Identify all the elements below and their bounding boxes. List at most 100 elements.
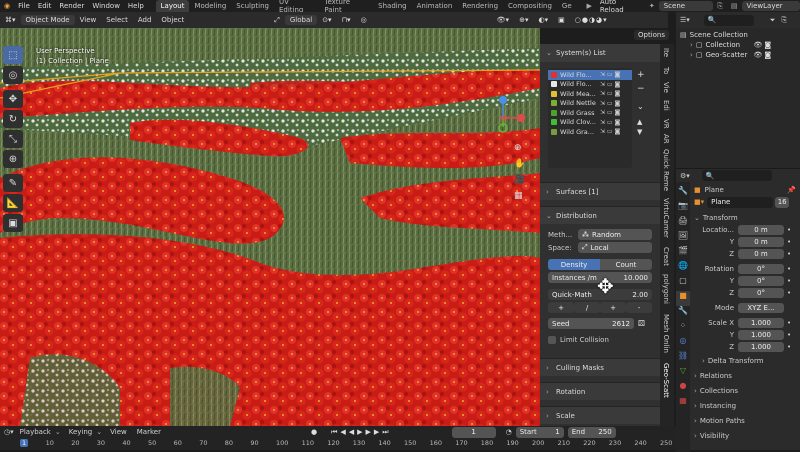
menu-window[interactable]: Window: [88, 2, 124, 10]
outliner-row-collection[interactable]: › ▢ Collection 👁 ◙: [676, 40, 800, 50]
system-visibility-icons[interactable]: ⇲ ▭ ◙: [600, 71, 620, 78]
transform-orientation-icon[interactable]: ⤢: [269, 16, 285, 25]
view-layer-selector[interactable]: ViewLayer: [741, 1, 800, 11]
workspace-tab-animation[interactable]: Animation: [412, 2, 458, 10]
culling-masks-header[interactable]: › Culling Masks: [540, 358, 660, 376]
npanel-tab[interactable]: Edi: [662, 100, 670, 111]
material-tab-icon[interactable]: ●: [676, 381, 690, 396]
add-cube-icon[interactable]: ▣: [3, 214, 23, 232]
transform-orientation[interactable]: Global: [284, 15, 318, 25]
keying-menu[interactable]: Keying: [69, 428, 93, 436]
system-visibility-icons[interactable]: ⇲ ▭ ◙: [600, 109, 620, 116]
ortho-toggle-icon[interactable]: ▦: [514, 191, 523, 201]
scale-z-field[interactable]: 1.000: [738, 342, 784, 352]
system-color-swatch[interactable]: [551, 71, 557, 78]
visibility-eye-icon[interactable]: 👁: [753, 51, 762, 59]
visibility-icon[interactable]: 👁▾: [492, 16, 514, 24]
gizmo-icon[interactable]: ⊕▾: [514, 16, 533, 24]
filter-icon[interactable]: ⏷: [770, 16, 776, 25]
npanel-tab[interactable]: Geo-Scatt: [662, 363, 670, 398]
collection-tab-icon[interactable]: ▢: [676, 276, 690, 291]
list-menu-icon[interactable]: ⌄: [637, 102, 644, 111]
end-frame-field[interactable]: End 250: [567, 426, 616, 438]
seed-field[interactable]: Seed 2612: [548, 318, 634, 329]
npanel-tab[interactable]: AR: [662, 134, 670, 144]
texture-tab-icon[interactable]: ▦: [676, 396, 690, 411]
system-item[interactable]: Wild Flo... ⇲ ▭ ◙: [548, 70, 632, 80]
scene-tab-icon[interactable]: 🎬: [676, 246, 690, 261]
clock-icon[interactable]: ◔: [506, 428, 512, 436]
location-x-field[interactable]: 0 m: [738, 225, 784, 235]
menu-help[interactable]: Help: [124, 2, 148, 10]
timeline-ruler[interactable]: 1 10 20 30 40 50 60 70 80 90 100 110 120 130 140 150 160…: [0, 438, 676, 450]
qm-add-button[interactable]: +: [548, 302, 574, 313]
menu-object[interactable]: Object: [156, 16, 189, 24]
keyframe-dot-icon[interactable]: •: [787, 331, 791, 339]
system-color-swatch[interactable]: [551, 128, 557, 135]
start-frame-field[interactable]: Start 1: [515, 426, 564, 438]
measure-icon[interactable]: 📐: [3, 194, 23, 212]
workspace-tab-rendering[interactable]: Rendering: [457, 2, 503, 10]
record-icon[interactable]: ●: [311, 428, 317, 436]
shading-modes-icon[interactable]: ○●◑◕▾: [570, 16, 613, 24]
transform-header[interactable]: ⌄ Transform: [694, 212, 796, 224]
proportional-edit-icon[interactable]: ◎: [356, 16, 372, 24]
tool-tab-icon[interactable]: 🔧: [676, 186, 690, 201]
system-item[interactable]: Wild Flo... ⇲ ▭ ◙: [548, 80, 632, 90]
pin-icon[interactable]: 📌: [787, 186, 796, 194]
system-visibility-icons[interactable]: ⇲ ▭ ◙: [600, 119, 620, 126]
properties-search[interactable]: 🔍: [701, 170, 772, 181]
qm-divide-button[interactable]: /: [574, 302, 600, 313]
expand-icon[interactable]: ›: [690, 51, 693, 59]
data-tab-icon[interactable]: ▽: [676, 366, 690, 381]
keyframe-dot-icon[interactable]: •: [787, 277, 791, 285]
3d-viewport[interactable]: ⊕ ✋ 🎥 ▦: [0, 28, 540, 426]
count-tab[interactable]: Count: [600, 259, 652, 270]
keyframe-dot-icon[interactable]: •: [787, 343, 791, 351]
system-item[interactable]: Wild Clov... ⇲ ▭ ◙: [548, 118, 632, 128]
physics-tab-icon[interactable]: ◎: [676, 336, 690, 351]
move-icon[interactable]: ✥: [3, 90, 23, 108]
npanel-tab[interactable]: Ite: [662, 48, 670, 57]
object-name-field[interactable]: Plane: [707, 196, 774, 208]
system-visibility-icons[interactable]: ⇲ ▭ ◙: [600, 81, 620, 88]
system-item[interactable]: Wild Grass ⇲ ▭ ◙: [548, 108, 632, 118]
snap-icon[interactable]: ⊓▾: [337, 16, 356, 24]
current-frame-field[interactable]: 1: [451, 426, 496, 438]
workspace-tab-geometry[interactable]: Ge: [557, 2, 577, 10]
npanel-tab[interactable]: Vie: [662, 82, 670, 93]
move-up-icon[interactable]: ▲: [637, 118, 642, 126]
camera-view-icon[interactable]: 🎥: [514, 175, 525, 185]
rotation-y-field[interactable]: 0°: [738, 276, 784, 286]
surfaces-header[interactable]: › Surfaces [1]: [540, 182, 660, 200]
scale-icon[interactable]: ⤡: [3, 130, 23, 148]
cursor-icon[interactable]: ◎: [3, 66, 23, 84]
keyframe-dot-icon[interactable]: •: [787, 289, 791, 297]
visibility-header[interactable]: › Visibility: [694, 430, 796, 442]
outliner-search[interactable]: 🔍: [703, 14, 754, 26]
npanel-tab[interactable]: VirtuCamer: [662, 198, 670, 238]
blender-logo-icon[interactable]: ◉: [0, 2, 14, 10]
render-tab-icon[interactable]: 📷: [676, 201, 690, 216]
rotate-icon[interactable]: ↻: [3, 110, 23, 128]
scene-selector[interactable]: Scene: [658, 1, 714, 11]
system-visibility-icons[interactable]: ⇲ ▭ ◙: [600, 100, 620, 107]
particles-tab-icon[interactable]: ⁘: [676, 321, 690, 336]
editor-type-icon[interactable]: ⌘▾: [0, 16, 21, 24]
timeline-editor-icon[interactable]: ◷▾: [4, 428, 14, 436]
delta-transform-header[interactable]: › Delta Transform: [694, 355, 796, 367]
system-visibility-icons[interactable]: ⇲ ▭ ◙: [600, 128, 620, 135]
object-tab-icon[interactable]: ■: [676, 291, 690, 306]
npanel-tab[interactable]: Creat: [662, 247, 670, 266]
constraints-tab-icon[interactable]: ⛓: [676, 351, 690, 366]
outliner-editor-icon[interactable]: ☰▾: [680, 16, 690, 24]
workspace-tab-compositing[interactable]: Compositing: [503, 2, 557, 10]
qm-multiply-button[interactable]: +: [600, 302, 626, 313]
menu-add[interactable]: Add: [133, 16, 157, 24]
keyframe-dot-icon[interactable]: •: [787, 226, 791, 234]
rotation-z-field[interactable]: 0°: [738, 288, 784, 298]
keyframe-dot-icon[interactable]: •: [787, 265, 791, 273]
systems-list[interactable]: Wild Flo... ⇲ ▭ ◙ Wild Flo... ⇲ ▭ ◙ Wild Mea…: [548, 68, 632, 168]
move-down-icon[interactable]: ▼: [637, 128, 642, 136]
add-system-icon[interactable]: +: [637, 70, 645, 80]
